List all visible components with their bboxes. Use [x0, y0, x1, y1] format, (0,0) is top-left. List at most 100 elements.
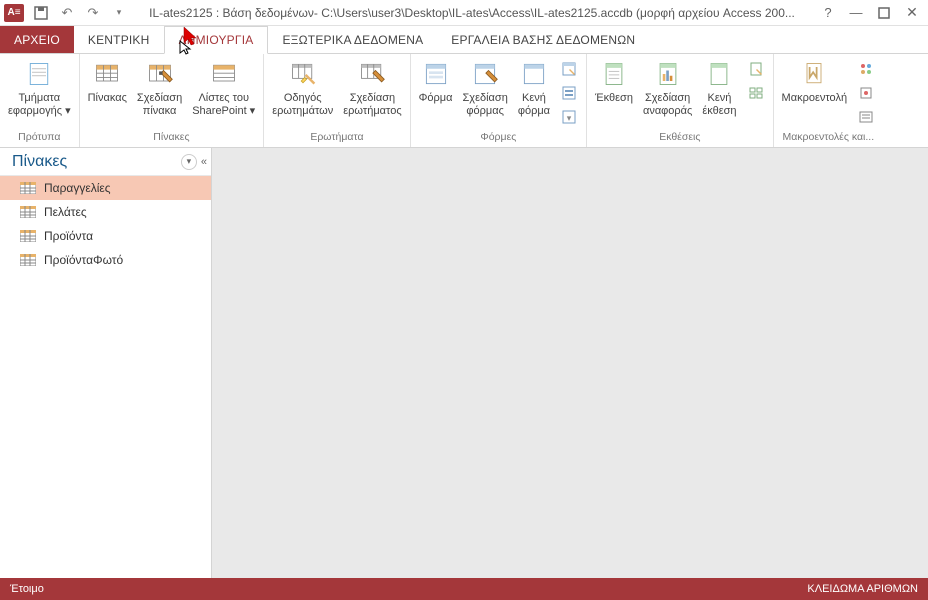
blank-report-label: Κενή έκθεση	[702, 92, 736, 118]
table-design-label: Σχεδίαση πίνακα	[137, 92, 182, 118]
ribbon-group-tables: Πίνακας Σχεδίαση πίνακα Λίστες του Share…	[80, 54, 265, 147]
query-design-label: Σχεδίαση ερωτήματος	[343, 92, 401, 118]
ribbon-group-forms-label: Φόρμες	[415, 131, 582, 147]
ribbon-group-queries: Οδηγός ερωτημάτων Σχεδίαση ερωτήματος Ερ…	[264, 54, 410, 147]
table-design-button[interactable]: Σχεδίαση πίνακα	[133, 56, 186, 120]
query-design-icon	[356, 58, 388, 90]
form-button[interactable]: Φόρμα	[415, 56, 457, 107]
ribbon-group-reports-label: Εκθέσεις	[591, 131, 769, 147]
macro-button[interactable]: Μακροεντολή	[778, 56, 852, 107]
svg-text:▾: ▾	[567, 113, 572, 123]
blank-form-label: Κενή φόρμα	[518, 92, 550, 118]
table-design-icon	[144, 58, 176, 90]
status-right: ΚΛΕΙΔΩΜΑ ΑΡΙΘΜΩΝ	[807, 583, 918, 595]
query-wizard-label: Οδηγός ερωτημάτων	[272, 92, 333, 118]
table-object-icon	[20, 182, 36, 194]
titlebar: A≡ ↶ ↷ ▾ IL-ates2125 : Βάση δεδομένων- C…	[0, 0, 928, 26]
query-design-button[interactable]: Σχεδίαση ερωτήματος	[339, 56, 405, 120]
form-icon	[420, 58, 452, 90]
table-object-icon	[20, 206, 36, 218]
application-parts-button[interactable]: Τμήματα εφαρμογής ▾	[4, 56, 75, 120]
report-button[interactable]: Έκθεση	[591, 56, 637, 107]
ribbon-group-macros: Μακροεντολή Μακροεντολές και...	[774, 54, 884, 147]
form-design-label: Σχεδίαση φόρμας	[463, 92, 508, 118]
window-title: IL-ates2125 : Βάση δεδομένων- C:\Users\u…	[128, 6, 816, 20]
qat-menu-icon[interactable]: ▾	[110, 4, 128, 22]
report-icon	[598, 58, 630, 90]
navigation-pane-dropdown-icon[interactable]: ▾	[181, 154, 197, 170]
maximize-button[interactable]	[872, 3, 896, 23]
ribbon: Τμήματα εφαρμογής ▾ Πρότυπα Πίνακας Σχεδ…	[0, 54, 928, 148]
tab-home[interactable]: ΚΕΝΤΡΙΚΗ	[74, 26, 164, 53]
application-parts-icon	[23, 58, 55, 90]
nav-item-table[interactable]: ΠροϊόνταΦωτό	[0, 248, 211, 272]
blank-form-icon	[518, 58, 550, 90]
redo-icon[interactable]: ↷	[84, 4, 102, 22]
query-wizard-button[interactable]: Οδηγός ερωτημάτων	[268, 56, 337, 120]
navigation-pane-title: Πίνακες	[12, 153, 67, 171]
query-wizard-icon	[287, 58, 319, 90]
sharepoint-lists-label: Λίστες του SharePoint ▾	[192, 92, 255, 118]
report-label: Έκθεση	[595, 92, 633, 105]
table-object-icon	[20, 230, 36, 242]
status-bar: Έτοιμο ΚΛΕΙΔΩΜΑ ΑΡΙΘΜΩΝ	[0, 578, 928, 600]
tab-external-data[interactable]: ΕΞΩΤΕΡΙΚΑ ΔΕΔΟΜΕΝΑ	[268, 26, 437, 53]
more-forms-mini-button[interactable]: ▾	[558, 106, 580, 128]
ribbon-group-tables-label: Πίνακες	[84, 131, 260, 147]
undo-icon[interactable]: ↶	[58, 4, 76, 22]
application-parts-label: Τμήματα εφαρμογής ▾	[8, 92, 71, 118]
workspace: Πίνακες ▾ « Παραγγελίες Πελάτες Προϊόντα Πρ…	[0, 148, 928, 578]
table-label: Πίνακας	[88, 92, 127, 105]
nav-item-label: ΠροϊόνταΦωτό	[44, 253, 123, 267]
nav-item-table[interactable]: Παραγγελίες	[0, 176, 211, 200]
form-label: Φόρμα	[419, 92, 453, 105]
table-icon	[91, 58, 123, 90]
macro-icon	[798, 58, 830, 90]
sharepoint-lists-button[interactable]: Λίστες του SharePoint ▾	[188, 56, 259, 120]
navigation-mini-button[interactable]	[558, 82, 580, 104]
nav-item-label: Προϊόντα	[44, 229, 93, 243]
module-mini-button[interactable]	[855, 58, 877, 80]
tab-file[interactable]: ΑΡΧΕΙΟ	[0, 26, 74, 53]
ribbon-group-forms: Φόρμα Σχεδίαση φόρμας Κενή φόρμα ▾ Φόρμε…	[411, 54, 587, 147]
tab-create[interactable]: ΔΗΜΙΟΥΡΓΙΑ	[164, 26, 269, 54]
nav-item-table[interactable]: Προϊόντα	[0, 224, 211, 248]
ribbon-group-templates: Τμήματα εφαρμογής ▾ Πρότυπα	[0, 54, 80, 147]
ribbon-group-macros-label: Μακροεντολές και...	[778, 131, 880, 147]
report-design-label: Σχεδίαση αναφοράς	[643, 92, 692, 118]
app-icon: A≡	[4, 4, 24, 22]
navigation-pane-header[interactable]: Πίνακες ▾ «	[0, 148, 211, 176]
table-button[interactable]: Πίνακας	[84, 56, 131, 107]
quick-access-toolbar: ↶ ↷ ▾	[32, 4, 128, 22]
sharepoint-lists-icon	[208, 58, 240, 90]
close-button[interactable]: ✕	[900, 3, 924, 23]
class-module-mini-button[interactable]	[855, 82, 877, 104]
nav-item-table[interactable]: Πελάτες	[0, 200, 211, 224]
blank-form-button[interactable]: Κενή φόρμα	[514, 56, 554, 120]
status-left: Έτοιμο	[10, 583, 44, 595]
ribbon-group-reports: Έκθεση Σχεδίαση αναφοράς Κενή έκθεση Εκθ…	[587, 54, 774, 147]
navigation-pane-collapse-icon[interactable]: «	[201, 156, 205, 168]
minimize-button[interactable]: —	[844, 3, 868, 23]
report-design-icon	[652, 58, 684, 90]
ribbon-group-queries-label: Ερωτήματα	[268, 131, 405, 147]
report-design-button[interactable]: Σχεδίαση αναφοράς	[639, 56, 696, 120]
table-object-icon	[20, 254, 36, 266]
save-icon[interactable]	[32, 4, 50, 22]
form-design-button[interactable]: Σχεδίαση φόρμας	[459, 56, 512, 120]
help-icon[interactable]: ?	[816, 3, 840, 23]
ribbon-tabs: ΑΡΧΕΙΟ ΚΕΝΤΡΙΚΗ ΔΗΜΙΟΥΡΓΙΑ ΕΞΩΤΕΡΙΚΑ ΔΕΔ…	[0, 26, 928, 54]
macro-label: Μακροεντολή	[782, 92, 848, 105]
nav-item-label: Πελάτες	[44, 205, 87, 219]
report-wizard-mini-button[interactable]	[745, 58, 767, 80]
tab-database-tools[interactable]: ΕΡΓΑΛΕΙΑ ΒΑΣΗΣ ΔΕΔΟΜΕΝΩΝ	[437, 26, 649, 53]
form-design-icon	[469, 58, 501, 90]
document-area	[212, 148, 928, 578]
blank-report-button[interactable]: Κενή έκθεση	[698, 56, 740, 120]
blank-report-icon	[703, 58, 735, 90]
ribbon-group-templates-label: Πρότυπα	[4, 131, 75, 147]
nav-item-label: Παραγγελίες	[44, 181, 111, 195]
visual-basic-mini-button[interactable]	[855, 106, 877, 128]
labels-mini-button[interactable]	[745, 82, 767, 104]
form-wizard-mini-button[interactable]	[558, 58, 580, 80]
